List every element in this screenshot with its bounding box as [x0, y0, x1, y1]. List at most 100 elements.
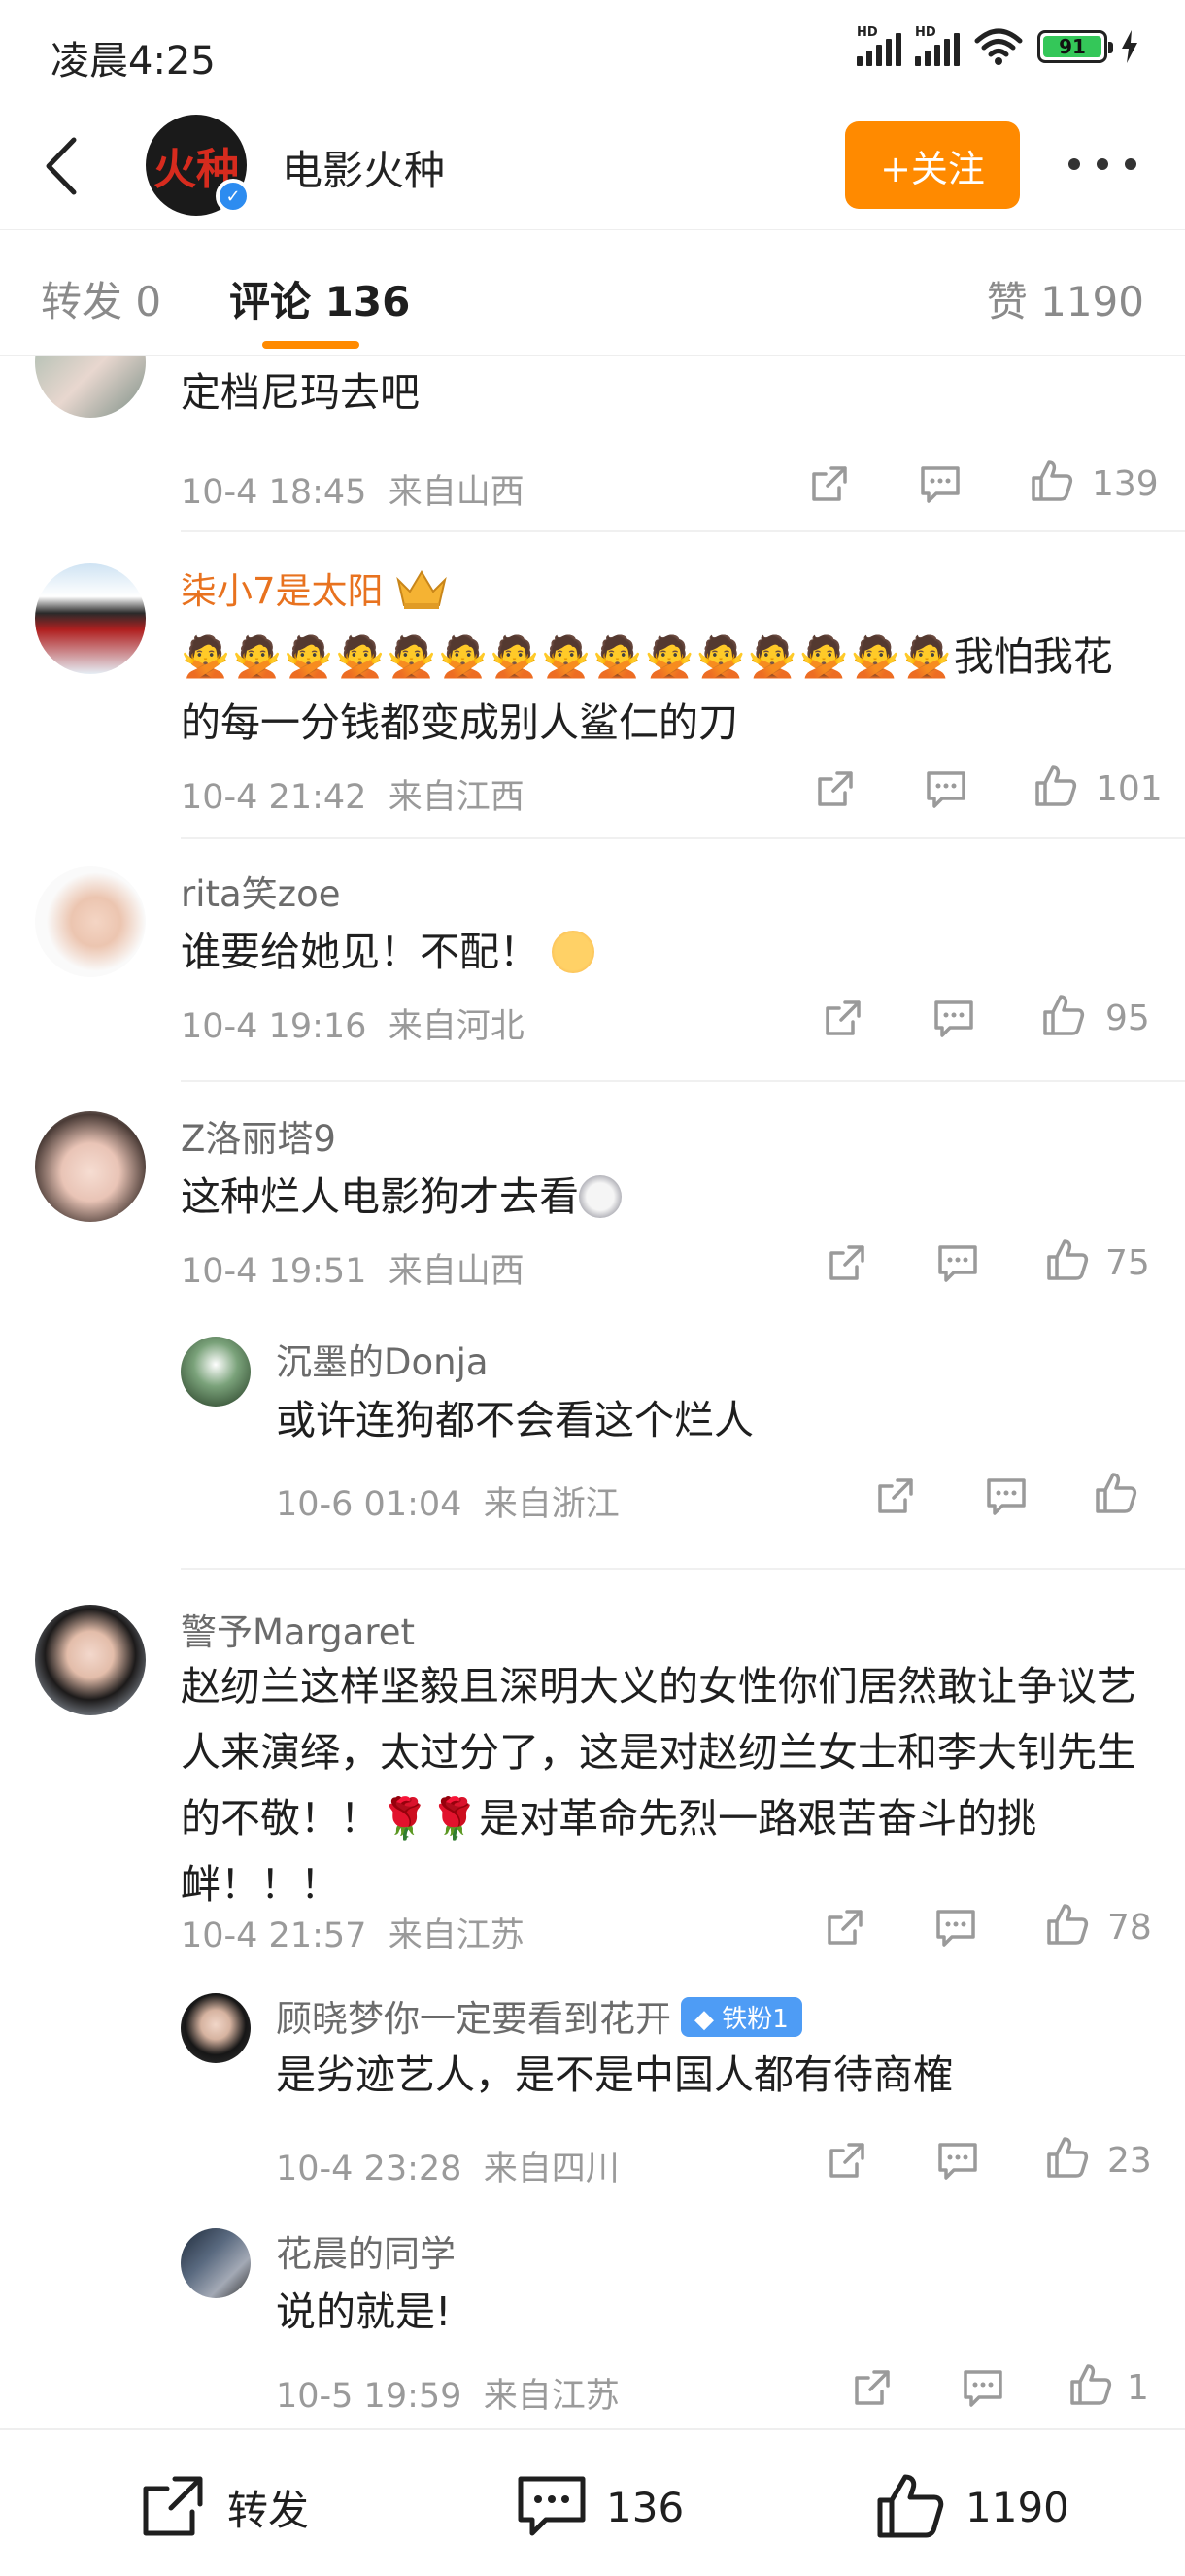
- like-icon[interactable]: [1043, 1237, 1090, 1284]
- chevron-left-icon: [46, 137, 77, 195]
- username[interactable]: 顾晓梦你一定要看到花开 ◆ 铁粉1: [276, 1989, 802, 2042]
- like-count: 101: [1096, 769, 1163, 809]
- divider: [181, 837, 1185, 839]
- avatar[interactable]: [35, 563, 146, 674]
- like-count: 78: [1107, 1908, 1152, 1948]
- share-icon[interactable]: [849, 2364, 896, 2411]
- crying-face-emoji: [552, 931, 595, 973]
- comment-text: 🙅🙅🙅🙅🙅🙅🙅🙅🙅🙅🙅🙅🙅🙅🙅我怕我花的每一分钱都变成别人鲨仁的刀: [181, 633, 1113, 746]
- like-icon[interactable]: [1092, 1471, 1138, 1517]
- tab-comments[interactable]: 评论 136: [229, 269, 410, 328]
- share-icon[interactable]: [824, 1239, 870, 1286]
- avatar[interactable]: [35, 866, 146, 977]
- like-count: 75: [1105, 1243, 1150, 1283]
- status-icons: HD HD 91: [857, 25, 1138, 66]
- more-icon[interactable]: [1068, 150, 1136, 179]
- like-count: 95: [1105, 999, 1150, 1038]
- cellular-signal-icon: HD: [857, 25, 901, 66]
- wifi-icon: [974, 28, 1023, 65]
- like-count: 23: [1107, 2141, 1152, 2181]
- reply-icon[interactable]: [917, 460, 964, 507]
- follow-button[interactable]: +关注: [845, 121, 1020, 209]
- username[interactable]: 柒小7是太阳: [181, 561, 449, 614]
- comment-text: 赵纫兰这样坚毅且深明大义的女性你们居然敢让争议艺人来演绎，太过分了，这是对赵纫兰…: [181, 1663, 1136, 1908]
- emoji-row: 🙅🙅🙅🙅🙅🙅🙅🙅🙅🙅🙅🙅🙅🙅🙅: [181, 633, 954, 680]
- comment-meta: 10-4 21:42 来自江西: [181, 778, 525, 817]
- like-button[interactable]: 1190: [874, 2473, 1069, 2541]
- charging-icon: [1122, 30, 1137, 63]
- avatar[interactable]: [35, 1111, 146, 1222]
- divider: [181, 1568, 1185, 1570]
- reply-icon[interactable]: [960, 2364, 1006, 2411]
- like-icon[interactable]: [1043, 1902, 1090, 1949]
- comment-meta: 10-4 21:57 来自江苏: [181, 1916, 525, 1955]
- cellular-signal-2-icon: HD: [915, 25, 960, 66]
- like-icon[interactable]: [1032, 763, 1078, 810]
- reply-icon[interactable]: [932, 1904, 979, 1950]
- account-name[interactable]: 电影火种: [282, 138, 445, 197]
- dog-face-emoji: [579, 1175, 622, 1218]
- avatar[interactable]: [181, 1993, 251, 2063]
- share-icon[interactable]: [806, 460, 853, 507]
- like-icon[interactable]: [1066, 2362, 1113, 2409]
- like-icon[interactable]: [1028, 458, 1074, 505]
- comment-meta: 10-5 19:59 来自江苏: [276, 2377, 620, 2416]
- share-icon[interactable]: [824, 2137, 870, 2184]
- comment-icon: [518, 2476, 586, 2536]
- comment-button[interactable]: 136: [515, 2473, 684, 2541]
- active-tab-indicator: [262, 341, 359, 349]
- avatar[interactable]: [35, 1605, 146, 1715]
- comment-text: 这种烂人电影狗才去看: [181, 1164, 1152, 1230]
- comment-meta: 10-4 23:28 来自四川: [276, 2150, 620, 2188]
- divider: [181, 530, 1185, 532]
- share-icon[interactable]: [820, 995, 866, 1041]
- crown-icon: [396, 570, 448, 609]
- reply-icon[interactable]: [934, 2137, 981, 2184]
- share-icon[interactable]: [812, 765, 859, 812]
- username[interactable]: rita笑zoe: [181, 864, 341, 917]
- comment-text: 定档尼玛去吧: [181, 369, 420, 416]
- repost-button[interactable]: 转发: [136, 2473, 309, 2541]
- comment-meta: 10-4 19:16 来自河北: [181, 1007, 525, 1046]
- reply-icon[interactable]: [934, 1239, 981, 1286]
- status-time: 凌晨4:25: [51, 39, 216, 84]
- battery-icon: 91: [1037, 30, 1113, 63]
- username[interactable]: 沉墨的Donja: [276, 1333, 489, 1385]
- reply-icon[interactable]: [923, 765, 969, 812]
- avatar[interactable]: [181, 2228, 251, 2298]
- fan-badge: ◆ 铁粉1: [681, 1997, 802, 2037]
- username[interactable]: 花晨的同学: [276, 2224, 456, 2277]
- username[interactable]: Z洛丽塔9: [181, 1109, 336, 1162]
- avatar[interactable]: [181, 1337, 251, 1407]
- share-icon[interactable]: [872, 1473, 919, 1519]
- repost-label: 转发: [227, 2486, 310, 2534]
- like-count: 139: [1092, 464, 1159, 504]
- comment-meta: 10-4 19:51 来自山西: [181, 1252, 525, 1291]
- reply-icon[interactable]: [931, 995, 977, 1041]
- bottom-action-bar: 转发 136 1190: [0, 2428, 1185, 2576]
- comment-count: 136: [606, 2483, 685, 2531]
- tab-repost[interactable]: 转发 0: [41, 269, 161, 328]
- comment-list[interactable]: 定档尼玛去吧 10-4 18:45 来自山西 139 柒小7是太阳 🙅🙅🙅🙅🙅🙅…: [0, 356, 1185, 2428]
- comment-text: 说的就是!: [276, 2288, 452, 2335]
- comment-text: 是劣迹艺人，是不是中国人都有待商榷: [276, 2051, 953, 2098]
- avatar[interactable]: [35, 356, 146, 418]
- verified-icon: ✓: [216, 179, 251, 214]
- comment-text: 或许连狗都不会看这个烂人: [276, 1397, 754, 1443]
- like-icon[interactable]: [1043, 2135, 1090, 2182]
- repost-icon: [143, 2476, 203, 2536]
- like-icon[interactable]: [1039, 993, 1086, 1039]
- reply-icon[interactable]: [983, 1473, 1030, 1519]
- comment-meta: 10-6 01:04 来自浙江: [276, 1485, 620, 1524]
- tab-likes[interactable]: 赞 1190: [987, 269, 1144, 328]
- comment-text: 谁要给她见！不配！: [181, 919, 1152, 985]
- back-button[interactable]: [35, 132, 93, 200]
- rose-emoji: 🌹🌹: [380, 1795, 480, 1842]
- like-count: 1: [1127, 2368, 1149, 2408]
- divider: [181, 1080, 1185, 1082]
- share-icon[interactable]: [822, 1904, 868, 1950]
- username[interactable]: 警予Margaret: [181, 1603, 415, 1655]
- comment-meta: 10-4 18:45 来自山西: [181, 473, 525, 512]
- tab-bar: 转发 0 评论 136 赞 1190: [0, 229, 1185, 356]
- top-nav: 火种 ✓ 电影火种 +关注: [0, 107, 1185, 223]
